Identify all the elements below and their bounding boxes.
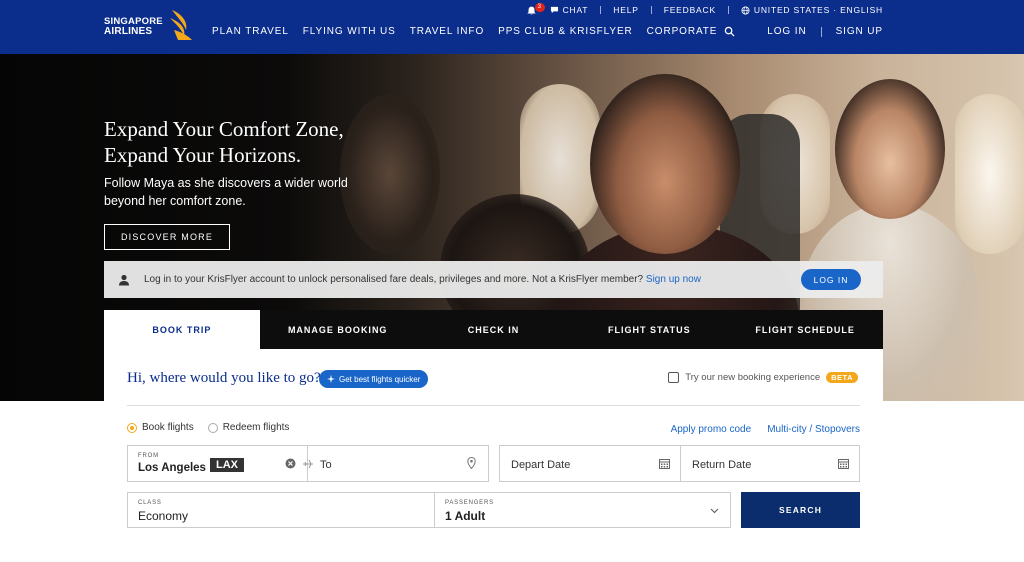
location-pin-icon — [467, 457, 476, 469]
tab-flight-status[interactable]: FLIGHT STATUS — [571, 310, 727, 349]
calendar-icon — [659, 459, 670, 469]
account-nav: LOG IN SIGN UP — [724, 26, 883, 37]
multi-city-stopovers-link[interactable]: Multi-city / Stopovers — [767, 424, 860, 435]
main-nav: PLAN TRAVEL FLYING WITH US TRAVEL INFO P… — [212, 26, 717, 37]
divider — [820, 26, 822, 37]
search-icon[interactable] — [724, 26, 735, 37]
region-selector[interactable]: UNITED STATES · ENGLISH — [741, 5, 883, 15]
feedback-link[interactable]: FEEDBACK — [664, 5, 716, 15]
login-link[interactable]: LOG IN — [767, 26, 806, 37]
apply-promo-code-link[interactable]: Apply promo code — [671, 424, 752, 435]
plane-icon — [303, 459, 313, 469]
discover-more-button[interactable]: DISCOVER MORE — [104, 224, 230, 250]
tab-flight-schedule[interactable]: FLIGHT SCHEDULE — [727, 310, 883, 349]
tab-check-in[interactable]: CHECK IN — [416, 310, 572, 349]
redeem-flights-radio[interactable]: Redeem flights — [207, 422, 289, 433]
signup-now-link[interactable]: Sign up now — [646, 274, 701, 285]
clear-icon[interactable] — [285, 458, 296, 469]
radio-selected-icon — [127, 422, 137, 433]
hero-image-window — [955, 94, 1024, 254]
banner-login-button[interactable]: LOG IN — [801, 269, 861, 290]
best-flights-quicker-button[interactable]: Get best flights quicker — [319, 370, 429, 388]
hero-subtitle: Follow Maya as she discovers a wider wor… — [104, 176, 348, 208]
booking-links: Apply promo code Multi-city / Stopovers — [671, 424, 860, 435]
depart-date-field[interactable]: Depart Date — [499, 445, 681, 482]
divider — [727, 6, 729, 14]
booking-panel: Hi, where would you like to go? Get best… — [104, 349, 883, 562]
site-header: SINGAPORE AIRLINES 3 CHAT HELP FEEDBACK … — [0, 0, 1024, 54]
to-field[interactable]: To — [303, 445, 489, 482]
book-flights-radio[interactable]: Book flights — [127, 422, 194, 433]
login-banner-text: Log in to your KrisFlyer account to unlo… — [144, 274, 701, 285]
nav-flying-with-us[interactable]: FLYING WITH US — [303, 26, 396, 37]
return-date-field[interactable]: Return Date — [680, 445, 860, 482]
help-link[interactable]: HELP — [613, 5, 638, 15]
booking-tabs: BOOK TRIP MANAGE BOOKING CHECK IN FLIGHT… — [104, 310, 883, 349]
notifications[interactable]: 3 — [526, 2, 545, 15]
radio-unselected-icon — [207, 422, 218, 433]
search-button[interactable]: SEARCH — [741, 492, 860, 528]
singapore-airlines-logo[interactable]: SINGAPORE AIRLINES — [104, 8, 196, 44]
beta-badge: BETA — [826, 372, 858, 383]
airport-code-badge: LAX — [210, 458, 244, 472]
nav-travel-info[interactable]: TRAVEL INFO — [410, 26, 484, 37]
chevron-down-icon — [710, 508, 719, 514]
person-icon — [119, 274, 129, 285]
divider — [600, 6, 602, 14]
hero-title: Expand Your Comfort Zone, Expand Your Ho… — [104, 117, 344, 167]
globe-icon — [741, 5, 750, 15]
tab-book-trip[interactable]: BOOK TRIP — [104, 310, 260, 349]
booking-greeting: Hi, where would you like to go? — [127, 370, 321, 386]
hero-image-person — [835, 79, 945, 219]
bird-logo-icon — [170, 10, 192, 40]
utility-bar: 3 CHAT HELP FEEDBACK UNITED STATES · ENG… — [526, 2, 883, 16]
flight-type-radio-group: Book flights Redeem flights — [127, 422, 289, 433]
nav-corporate[interactable]: CORPORATE — [647, 26, 718, 37]
new-booking-experience-toggle[interactable]: Try our new booking experience BETA — [668, 372, 858, 383]
from-field[interactable]: FROM Los Angeles LAX — [127, 445, 308, 482]
notification-badge: 3 — [534, 2, 545, 12]
tab-manage-booking[interactable]: MANAGE BOOKING — [260, 310, 416, 349]
krisflyer-login-banner: Log in to your KrisFlyer account to unlo… — [104, 261, 883, 298]
divider — [650, 6, 652, 14]
passengers-select[interactable]: PASSENGERS 1 Adult — [434, 492, 731, 528]
new-experience-checkbox[interactable] — [668, 372, 680, 383]
divider — [127, 405, 860, 406]
sparkle-icon — [327, 375, 335, 383]
logo-wordmark: SINGAPORE AIRLINES — [104, 16, 163, 37]
hero-image-person — [590, 74, 740, 254]
nav-pps-club-krisflyer[interactable]: PPS CLUB & KRISFLYER — [498, 26, 633, 37]
signup-link[interactable]: SIGN UP — [836, 26, 883, 37]
nav-plan-travel[interactable]: PLAN TRAVEL — [212, 26, 289, 37]
chat-icon — [550, 6, 558, 14]
calendar-icon — [838, 459, 849, 469]
chat-link[interactable]: CHAT — [550, 5, 589, 15]
